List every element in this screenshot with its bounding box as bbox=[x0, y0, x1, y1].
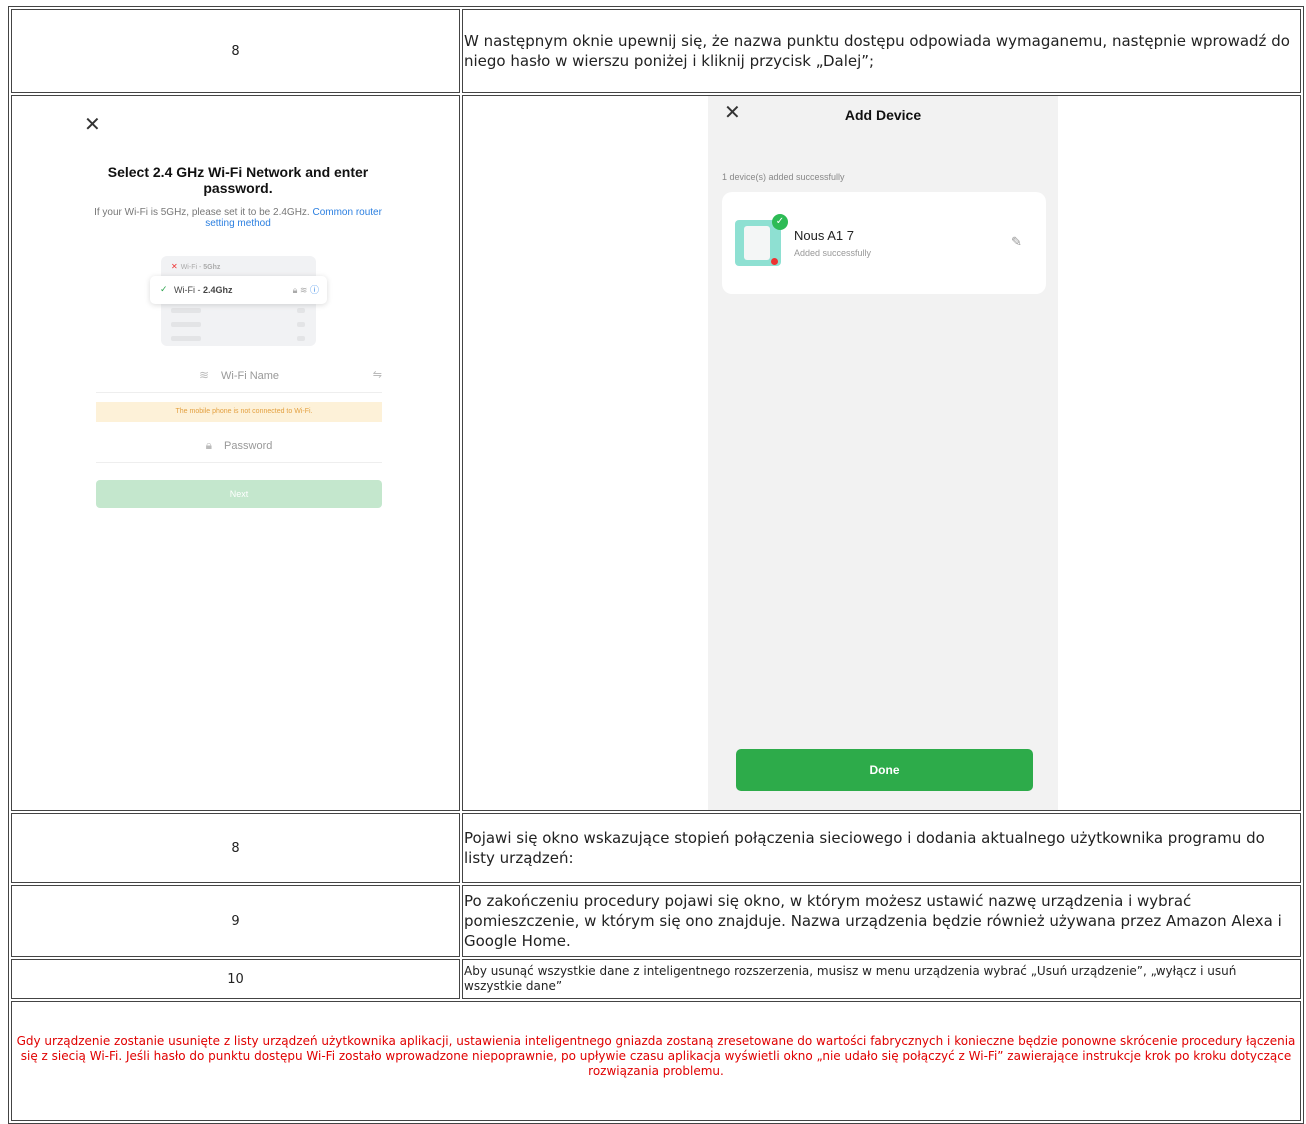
close-icon[interactable]: ✕ bbox=[84, 112, 101, 137]
password-placeholder: Password bbox=[224, 440, 273, 452]
placeholder-bar bbox=[297, 308, 305, 313]
wifi-icon: ≋ bbox=[299, 285, 308, 295]
add-device-title: Add Device bbox=[844, 107, 922, 123]
divider bbox=[96, 462, 382, 463]
step-number: 8 bbox=[11, 813, 460, 883]
step-text: Aby usunąć wszystkie dane z inteligentne… bbox=[462, 959, 1301, 999]
table-row: 9 Po zakończeniu procedury pojawi się ok… bbox=[11, 885, 1301, 957]
wifi-24g-label: 2.4Ghz bbox=[203, 285, 233, 295]
next-button[interactable]: Next bbox=[96, 480, 382, 508]
devices-added-count: 1 device(s) added successfully bbox=[722, 172, 845, 182]
hint-text: If your Wi-Fi is 5GHz, please set it to … bbox=[94, 207, 310, 218]
screenshot-cell-wifi: ✕ Select 2.4 GHz Wi-Fi Network and enter… bbox=[11, 95, 460, 811]
device-card[interactable]: ✓ Nous A1 7 Added successfully ✎ bbox=[722, 192, 1046, 294]
add-device-wrapper: ✕ Add Device 1 device(s) added successfu… bbox=[463, 96, 1296, 810]
placeholder-bar bbox=[171, 308, 201, 313]
placeholder-bar bbox=[297, 336, 305, 341]
plug-shape bbox=[744, 226, 770, 260]
add-device-screenshot: ✕ Add Device 1 device(s) added successfu… bbox=[708, 96, 1058, 810]
check-circle-icon: ✓ bbox=[772, 214, 788, 230]
wifi-5g-prefix: Wi-Fi - bbox=[180, 264, 204, 271]
lock-icon: 🔒︎ bbox=[292, 285, 298, 295]
edit-icon[interactable]: ✎ bbox=[1011, 234, 1022, 250]
smart-plug-image: ✓ bbox=[735, 214, 788, 266]
switch-network-icon[interactable]: ⇋ bbox=[373, 368, 382, 381]
step-text: W następnym oknie upewnij się, że nazwa … bbox=[462, 9, 1301, 93]
status-dot bbox=[771, 258, 778, 265]
cross-icon: ✕ bbox=[171, 262, 178, 271]
table-row: 8 W następnym oknie upewnij się, że nazw… bbox=[11, 9, 1301, 93]
placeholder-bar bbox=[171, 322, 201, 327]
step-number: 8 bbox=[11, 9, 460, 93]
wifi-5g-item: ✕ Wi-Fi - 5Ghz bbox=[171, 262, 220, 271]
step-number: 10 bbox=[11, 959, 460, 999]
info-icon: ⓘ bbox=[309, 285, 319, 295]
wifi-setup-screenshot: ✕ Select 2.4 GHz Wi-Fi Network and enter… bbox=[12, 96, 459, 810]
wifi-screen-hint: If your Wi-Fi is 5GHz, please set it to … bbox=[92, 207, 384, 229]
wifi-name-field[interactable]: ≋ Wi-Fi Name ⇋ bbox=[96, 368, 382, 382]
table-row-note: Gdy urządzenie zostanie usunięte z listy… bbox=[11, 1001, 1301, 1121]
divider bbox=[96, 392, 382, 393]
wifi-icon: ≋ bbox=[198, 368, 209, 382]
wifi-24g-prefix: Wi-Fi - bbox=[174, 285, 203, 295]
wifi-name-placeholder: Wi-Fi Name bbox=[221, 370, 280, 382]
password-field[interactable]: 🔒︎ Password bbox=[96, 438, 382, 453]
device-name: Nous A1 7 bbox=[794, 228, 854, 243]
check-icon: ✓ bbox=[160, 284, 168, 294]
placeholder-bar bbox=[297, 322, 305, 327]
warning-note: Gdy urządzenie zostanie usunięte z listy… bbox=[11, 1001, 1301, 1121]
lock-icon: 🔒︎ bbox=[205, 438, 213, 452]
wifi-5g-label: 5Ghz bbox=[203, 264, 221, 271]
screenshot-cell-add-device: ✕ Add Device 1 device(s) added successfu… bbox=[462, 95, 1301, 811]
not-connected-warning: The mobile phone is not connected to Wi-… bbox=[96, 402, 382, 422]
placeholder-bar bbox=[171, 336, 201, 341]
wifi-24g-text: Wi-Fi - 2.4Ghz bbox=[174, 285, 233, 295]
step-number: 9 bbox=[11, 885, 460, 957]
instruction-table: 8 W następnym oknie upewnij się, że nazw… bbox=[8, 6, 1304, 1124]
table-row: 8 Pojawi się okno wskazujące stopień poł… bbox=[11, 813, 1301, 883]
step-text: Po zakończeniu procedury pojawi się okno… bbox=[462, 885, 1301, 957]
wifi-status-icons: 🔒︎ ≋ ⓘ bbox=[293, 283, 319, 296]
table-row: 10 Aby usunąć wszystkie dane z inteligen… bbox=[11, 959, 1301, 999]
wifi-24g-item: ✓ Wi-Fi - 2.4Ghz 🔒︎ ≋ ⓘ bbox=[150, 276, 327, 304]
wifi-screen-title: Select 2.4 GHz Wi-Fi Network and enter p… bbox=[107, 164, 369, 196]
device-status: Added successfully bbox=[794, 248, 872, 258]
done-button[interactable]: Done bbox=[736, 749, 1033, 791]
step-text: Pojawi się okno wskazujące stopień połąc… bbox=[462, 813, 1301, 883]
table-row-screenshots: ✕ Select 2.4 GHz Wi-Fi Network and enter… bbox=[11, 95, 1301, 811]
